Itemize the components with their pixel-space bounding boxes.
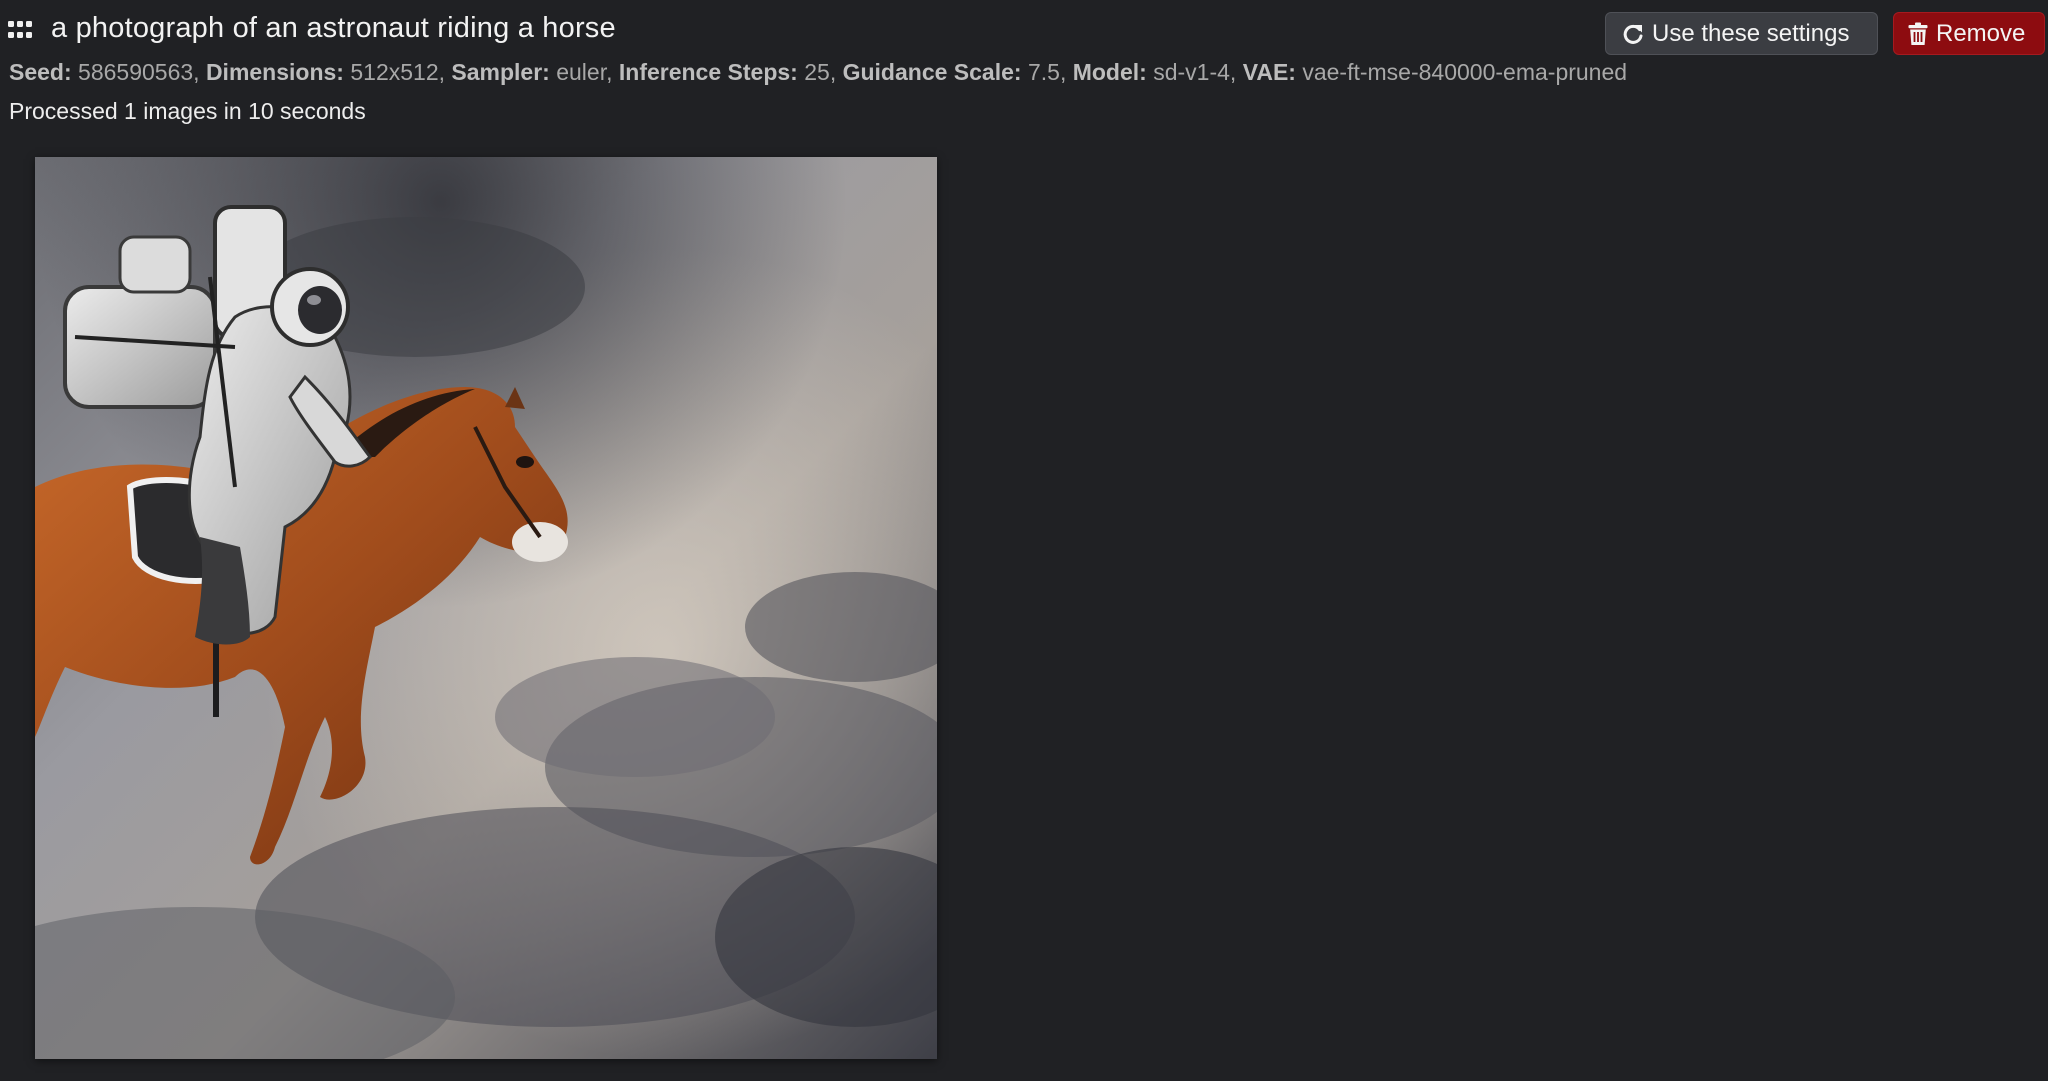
setting-seed: Seed: 586590563, — [9, 59, 200, 85]
generated-image[interactable] — [35, 157, 937, 1059]
remove-button[interactable]: Remove — [1893, 12, 2045, 55]
use-these-settings-button[interactable]: Use these settings — [1605, 12, 1878, 55]
task-header: a photograph of an astronaut riding a ho… — [0, 0, 2048, 60]
setting-model: Model: sd-v1-4, — [1072, 59, 1237, 85]
prompt-title: a photograph of an astronaut riding a ho… — [51, 12, 616, 44]
redo-arrow-icon — [1622, 23, 1644, 45]
status-text: Processed 1 images in 10 seconds — [9, 98, 366, 124]
setting-vae: VAE: vae-ft-mse-840000-ema-pruned — [1242, 59, 1628, 85]
setting-sampler: Sampler: euler, — [451, 59, 613, 85]
setting-dimensions: Dimensions: 512x512, — [205, 59, 445, 85]
grid-dots-icon[interactable] — [8, 21, 32, 39]
setting-inference-steps: Inference Steps: 25, — [618, 59, 837, 85]
setting-guidance-scale: Guidance Scale: 7.5, — [842, 59, 1067, 85]
image-task: a photograph of an astronaut riding a ho… — [0, 0, 2048, 1081]
remove-label: Remove — [1936, 19, 2026, 47]
settings-line: Seed: 586590563, Dimensions: 512x512, Sa… — [9, 59, 2039, 86]
use-these-settings-label: Use these settings — [1652, 19, 1850, 47]
trash-icon — [1908, 22, 1928, 46]
